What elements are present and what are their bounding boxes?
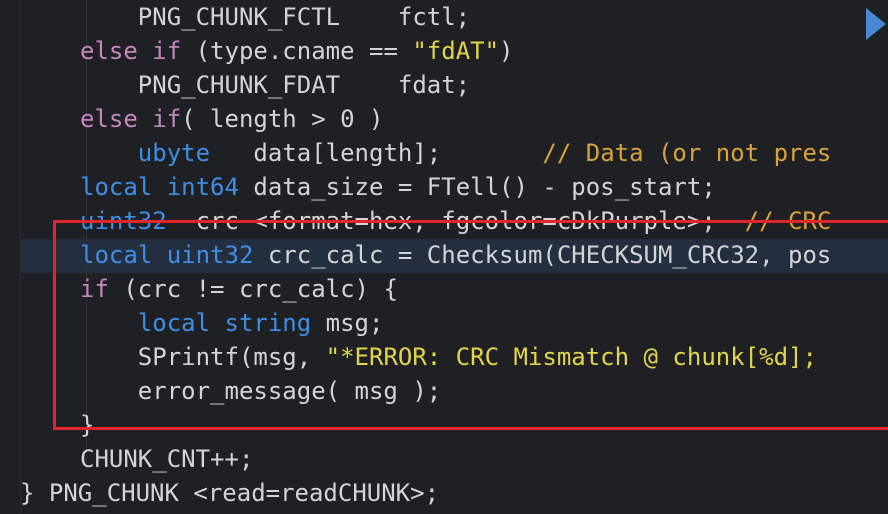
code-token: ubyte: [137, 139, 211, 167]
code-token: else if: [80, 37, 182, 65]
code-line[interactable]: PNG_CHUNK_FDAT fdat;: [80, 68, 888, 102]
code-token: "fdAT": [412, 37, 500, 65]
code-token: // Data (or not pres: [542, 139, 832, 167]
code-token: } PNG_CHUNK <read=readCHUNK>;: [20, 479, 440, 507]
code-line[interactable]: } PNG_CHUNK <read=readCHUNK>;: [20, 476, 888, 510]
code-line[interactable]: local int64 data_size = FTell() - pos_st…: [80, 170, 888, 204]
code-token: data[length];: [210, 139, 543, 167]
fold-arrow-icon[interactable]: [866, 8, 886, 40]
code-editor[interactable]: PNG_CHUNK_FCTL fctl; else if (type.cname …: [0, 0, 888, 514]
code-token: else if: [80, 105, 182, 133]
code-token: ): [499, 37, 514, 65]
editor-gutter: [0, 0, 21, 514]
code-line[interactable]: else if( length > 0 ): [80, 102, 888, 136]
code-line[interactable]: ubyte data[length]; // Data (or not pres: [80, 136, 888, 170]
annotation-box: [53, 220, 888, 430]
code-token: data_size = FTell() - pos_start;: [238, 173, 716, 201]
code-token: local: [80, 173, 153, 201]
code-token: CHUNK_CNT++;: [80, 445, 254, 473]
code-token: ( length > 0 ): [181, 105, 384, 133]
code-token: PNG_CHUNK_FCTL fctl;: [80, 3, 471, 31]
code-token: PNG_CHUNK_FDAT fdat;: [80, 71, 471, 99]
code-line[interactable]: CHUNK_CNT++;: [80, 442, 888, 476]
code-line[interactable]: else if (type.cname == "fdAT"): [80, 34, 888, 68]
code-line[interactable]: PNG_CHUNK_FCTL fctl;: [80, 0, 888, 34]
code-token: (type.cname ==: [181, 37, 413, 65]
code-token: int64: [166, 173, 239, 201]
